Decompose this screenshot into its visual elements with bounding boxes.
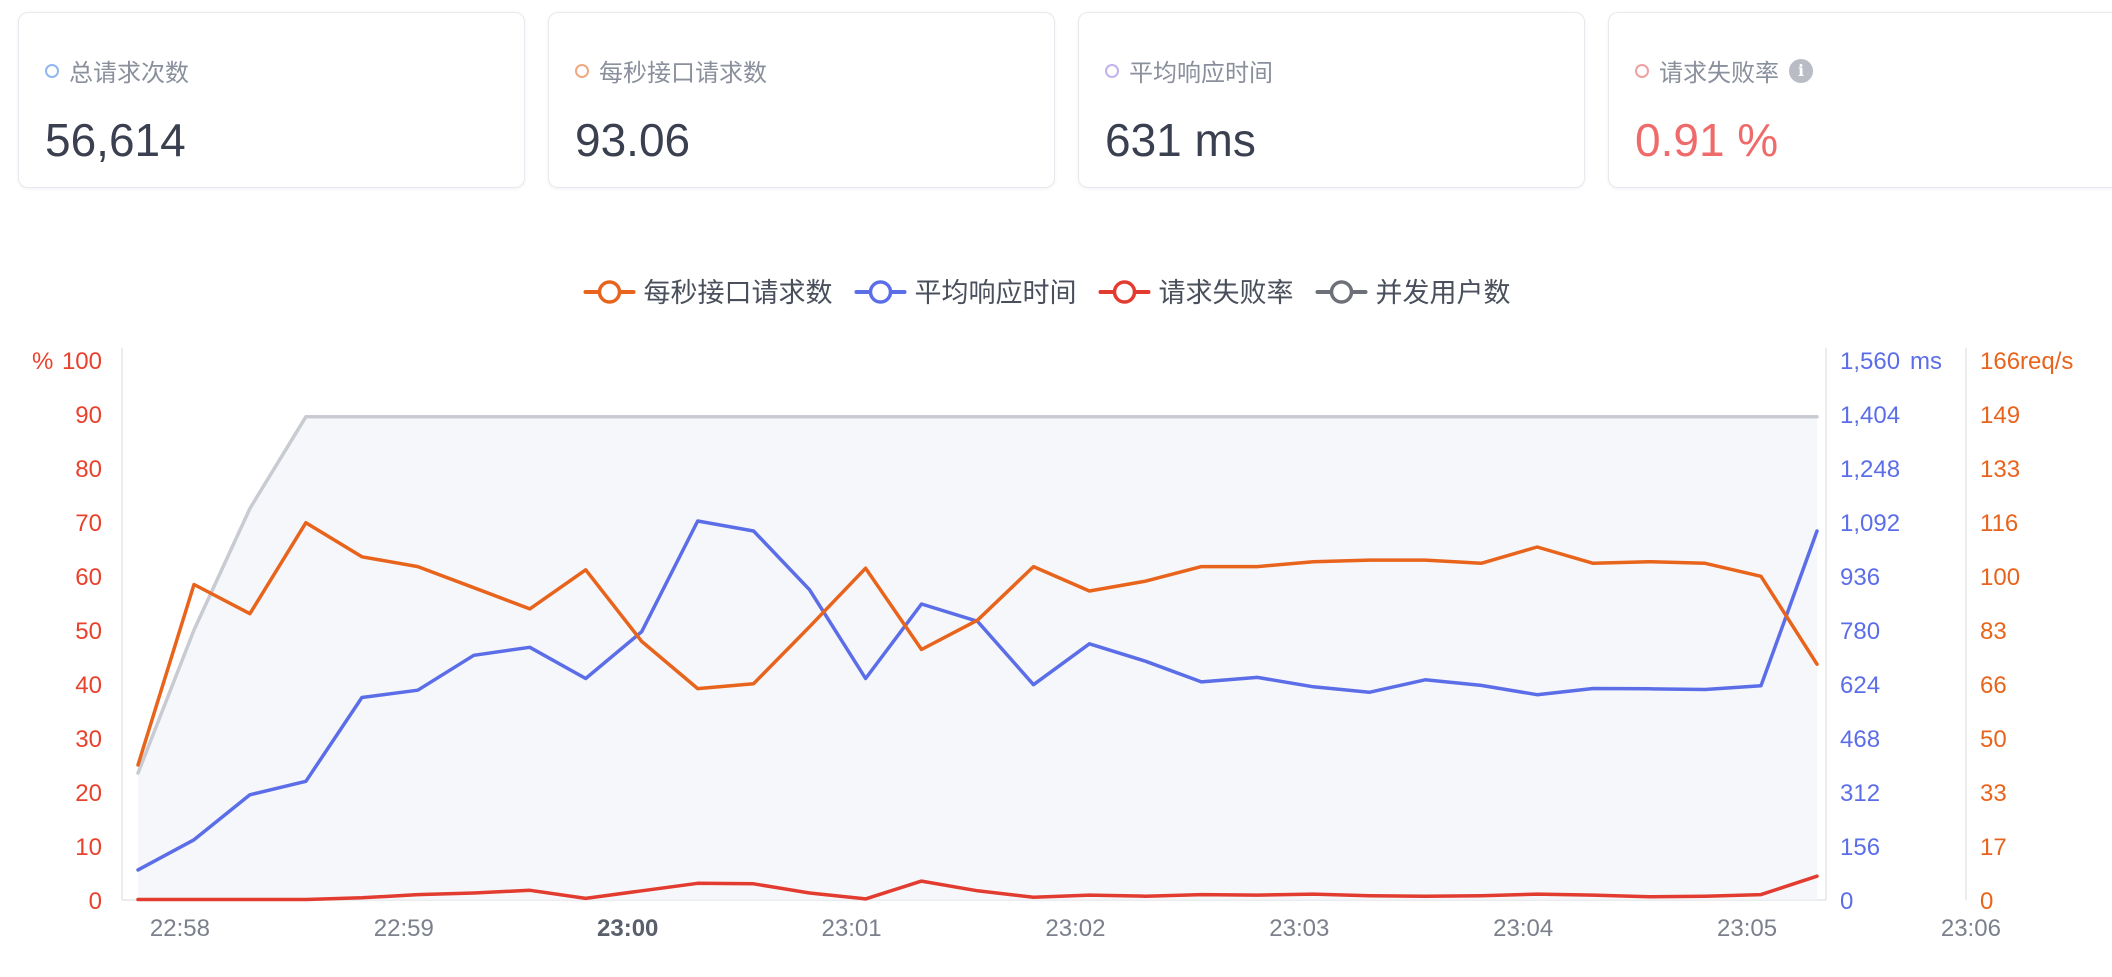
x-tick-label: 23:05 — [1717, 915, 1777, 942]
kpi-title-label: 总请求次数 — [69, 60, 189, 87]
x-tick-label: 22:58 — [150, 915, 210, 942]
kpi-title-label: 请求失败率 — [1659, 60, 1779, 87]
y-left-tick-label: 10 — [75, 834, 102, 861]
y-right-ms-tick-label: 312 — [1840, 780, 1880, 807]
legend-marker-icon — [1329, 280, 1354, 304]
kpi-title: 总请求次数 — [45, 53, 189, 88]
kpi-card-requests-per-second: 每秒接口请求数 93.06 — [548, 12, 1055, 188]
legend-label: 请求失败率 — [1159, 278, 1294, 308]
y-left-tick-label: 70 — [75, 510, 102, 537]
kpi-value: 93.06 — [575, 114, 691, 166]
status-dot-icon — [45, 63, 59, 78]
y-right-ms-tick-label: 936 — [1840, 564, 1880, 591]
y-right-reqs-tick-label: 166 — [1980, 348, 2020, 375]
y-right-reqs-tick-label: 17 — [1980, 834, 2007, 861]
y-right-reqs-tick-label: 83 — [1980, 618, 2007, 645]
status-dot-icon — [575, 63, 589, 78]
y-left-tick-label: 40 — [75, 672, 102, 699]
status-dot-icon — [1105, 63, 1119, 78]
legend-label: 平均响应时间 — [915, 278, 1077, 308]
kpi-value: 56,614 — [45, 114, 186, 166]
y-right-reqs-tick-label: 33 — [1980, 780, 2007, 807]
y-left-tick-label: 20 — [75, 780, 102, 807]
y-right-ms-tick-label: 0 — [1840, 888, 1853, 915]
series-area-并发用户数 — [138, 416, 1817, 900]
kpi-title-label: 每秒接口请求数 — [599, 60, 767, 87]
legend-item[interactable]: 并发用户数 — [1315, 278, 1511, 308]
x-tick-label: 23:03 — [1269, 915, 1329, 942]
legend-label: 并发用户数 — [1376, 278, 1511, 308]
y-right-reqs-unit-label: req/s — [2020, 348, 2073, 375]
kpi-title-label: 平均响应时间 — [1129, 60, 1273, 87]
y-right-reqs-tick-label: 149 — [1980, 402, 2020, 429]
x-tick-label: 23:00 — [597, 915, 658, 942]
x-tick-label: 23:01 — [822, 915, 882, 942]
metrics-chart: 每秒接口请求数 平均响应时间 请求失败率 并发用户数 0 0 0 10 156 17 20 312 3… — [0, 250, 2112, 972]
kpi-title: 每秒接口请求数 — [575, 53, 767, 88]
legend-marker-icon — [597, 280, 622, 304]
x-tick-label: 23:04 — [1493, 915, 1553, 942]
y-right-reqs-tick-label: 66 — [1980, 672, 2007, 699]
y-right-reqs-tick-label: 100 — [1980, 564, 2020, 591]
y-right-ms-tick-label: 1,404 — [1840, 402, 1900, 429]
legend-label: 每秒接口请求数 — [644, 278, 833, 308]
legend-item[interactable]: 请求失败率 — [1098, 278, 1294, 308]
kpi-value: 0.91 % — [1635, 114, 1779, 166]
y-left-tick-label: 100 — [62, 348, 102, 375]
y-right-reqs-tick-label: 50 — [1980, 726, 2007, 753]
legend-marker-icon — [868, 280, 893, 304]
chart-series — [136, 414, 1819, 902]
y-left-tick-label: 0 — [89, 888, 102, 915]
info-icon[interactable]: i — [1789, 58, 1813, 83]
y-left-unit-label: % — [32, 348, 53, 375]
kpi-title: 平均响应时间 — [1105, 53, 1273, 88]
y-right-ms-tick-label: 1,560 — [1840, 348, 1900, 375]
y-right-ms-tick-label: 780 — [1840, 618, 1880, 645]
y-right-reqs-tick-label: 133 — [1980, 456, 2020, 483]
x-tick-label: 23:06 — [1941, 915, 2001, 942]
y-right-ms-tick-label: 468 — [1840, 726, 1880, 753]
kpi-card-total-requests: 总请求次数 56,614 — [18, 12, 525, 188]
y-right-ms-unit-label: ms — [1910, 348, 1942, 375]
metrics-chart-svg: 每秒接口请求数 平均响应时间 请求失败率 并发用户数 0 0 0 10 156 17 20 312 3… — [32, 278, 2073, 942]
y-left-tick-label: 80 — [75, 456, 102, 483]
y-left-tick-label: 90 — [75, 402, 102, 429]
y-right-reqs-tick-label: 0 — [1980, 888, 1993, 915]
y-right-ms-tick-label: 1,248 — [1840, 456, 1900, 483]
y-right-ms-tick-label: 624 — [1840, 672, 1880, 699]
y-right-ms-tick-label: 156 — [1840, 834, 1880, 861]
kpi-title: 请求失败率 i — [1635, 53, 1813, 88]
status-dot-icon — [1635, 63, 1649, 78]
legend-item[interactable]: 每秒接口请求数 — [583, 278, 833, 308]
legend-item[interactable]: 平均响应时间 — [854, 278, 1077, 308]
x-tick-label: 23:02 — [1045, 915, 1105, 942]
y-right-ms-tick-label: 1,092 — [1840, 510, 1900, 537]
kpi-card-failure-rate: 请求失败率 i 0.91 % — [1608, 12, 2112, 188]
y-left-tick-label: 30 — [75, 726, 102, 753]
chart-legend: 每秒接口请求数 平均响应时间 请求失败率 并发用户数 — [583, 278, 1511, 308]
y-left-tick-label: 60 — [75, 564, 102, 591]
y-right-reqs-tick-label: 116 — [1980, 510, 2018, 537]
x-tick-label: 22:59 — [374, 915, 434, 942]
kpi-card-avg-response-time: 平均响应时间 631 ms — [1078, 12, 1585, 188]
kpi-value: 631 ms — [1105, 114, 1256, 166]
legend-marker-icon — [1112, 280, 1137, 304]
y-left-tick-label: 50 — [75, 618, 102, 645]
